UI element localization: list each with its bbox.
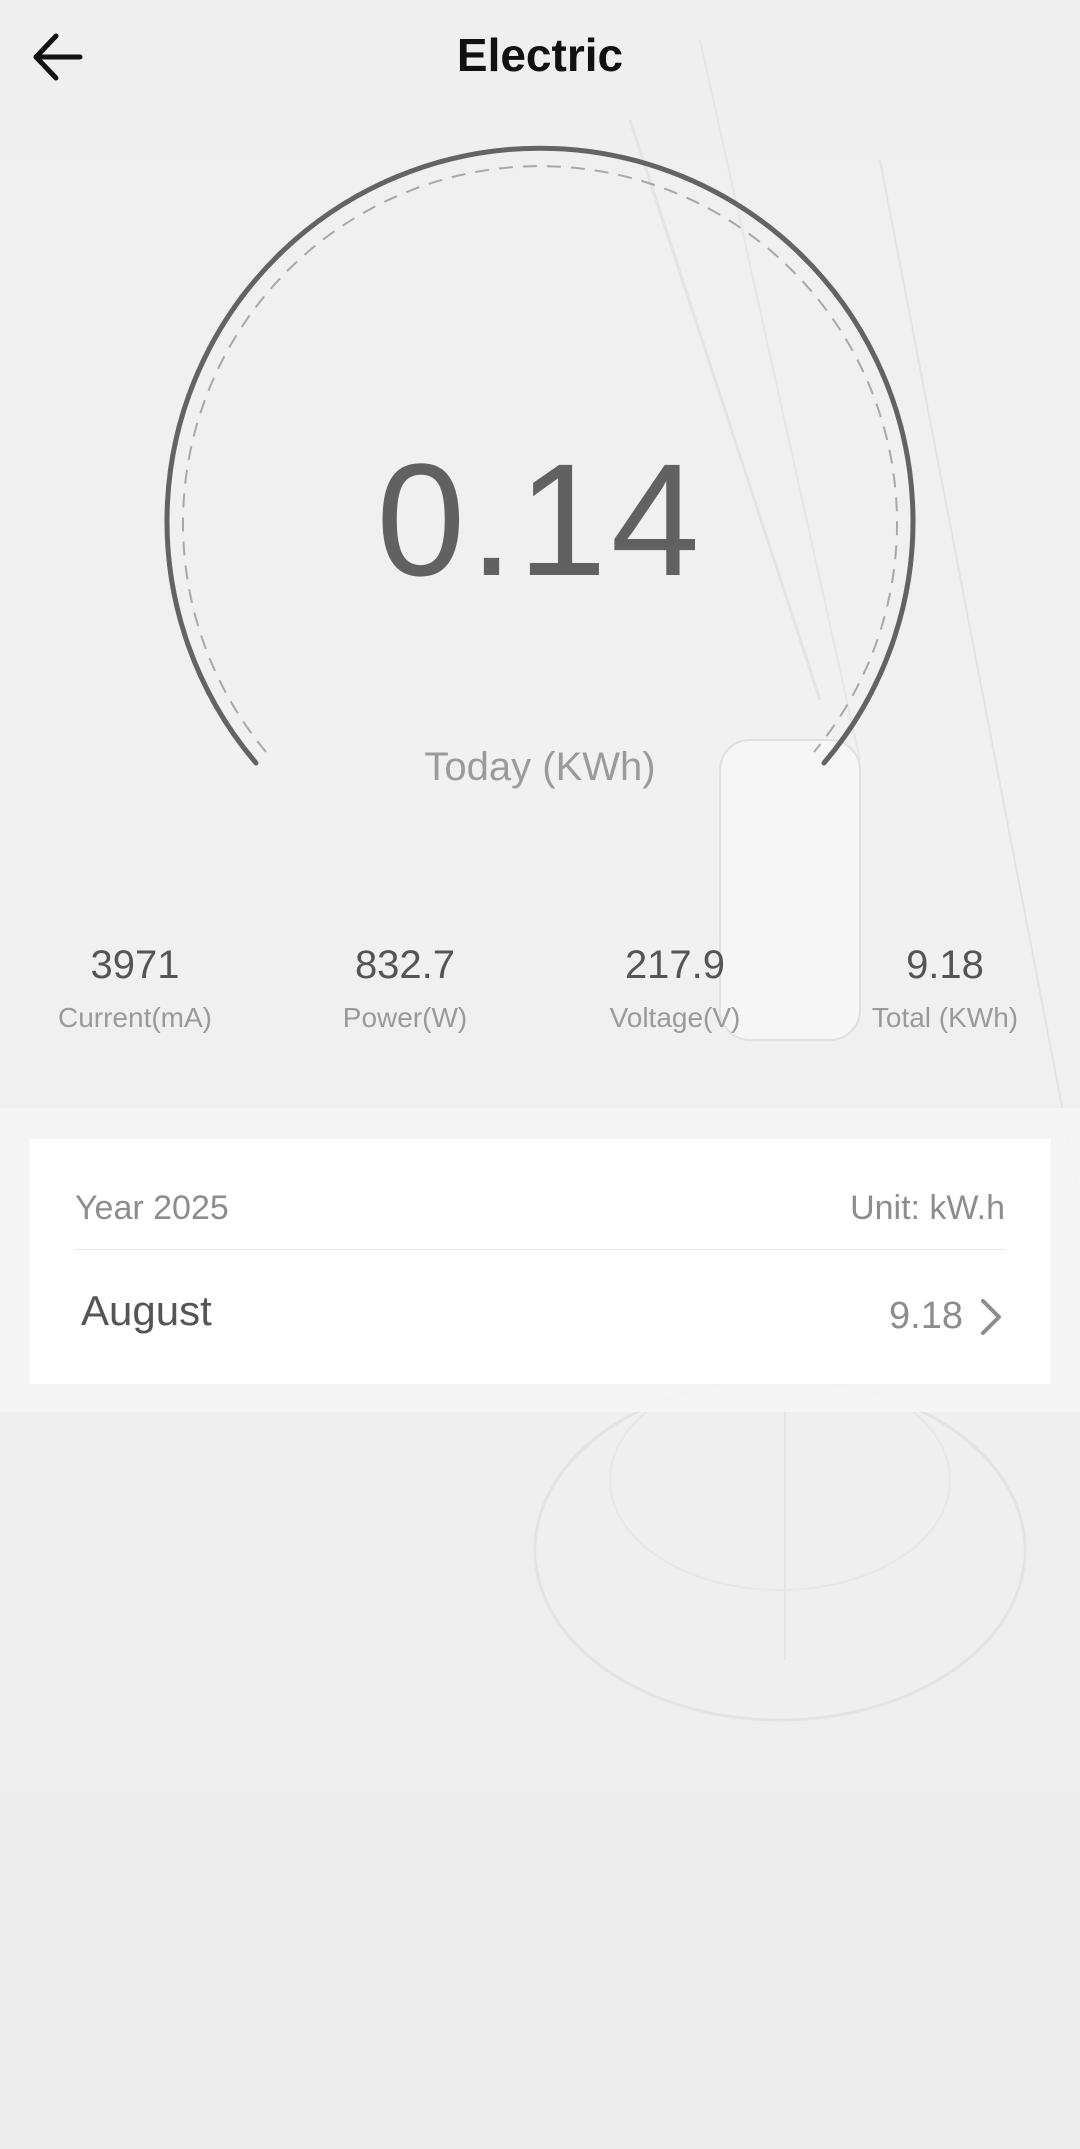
stats-row: 3971 Current(mA) 832.7 Power(W) 217.9 Vo… (0, 940, 1080, 1050)
stat-label: Power(W) (342, 1002, 468, 1033)
stat-value: 9.18 (906, 943, 984, 987)
energy-gauge: 0.14 Today (KWh) (0, 0, 1080, 900)
month-value: 9.18 (889, 1295, 963, 1337)
stat-value: 832.7 (354, 943, 456, 987)
chevron-right-icon (981, 1299, 1001, 1335)
stat-power: 832.7 Power(W) (270, 940, 540, 1050)
stat-label: Total (KWh) (871, 1002, 1019, 1033)
stat-voltage: 217.9 Voltage(V) (540, 940, 810, 1050)
stat-label: Voltage(V) (609, 1002, 741, 1033)
month-row-august[interactable]: August 9.18 (75, 1249, 1005, 1384)
monthly-summary-card: Year 2025 Unit: kW.h August 9.18 (29, 1139, 1051, 1384)
card-header: Year 2025 Unit: kW.h (75, 1139, 1005, 1250)
month-name: August (81, 1287, 212, 1334)
stat-total: 9.18 Total (KWh) (810, 940, 1080, 1050)
stat-value: 217.9 (624, 943, 726, 987)
stat-label: Current(mA) (57, 1002, 212, 1033)
today-energy-label: Today (KWh) (424, 745, 656, 789)
year-label: Year 2025 (75, 1189, 229, 1227)
today-energy-value: 0.14 (376, 430, 704, 609)
stat-value: 3971 (90, 943, 180, 987)
stat-current: 3971 Current(mA) (0, 940, 270, 1050)
unit-label: Unit: kW.h (850, 1189, 1005, 1227)
